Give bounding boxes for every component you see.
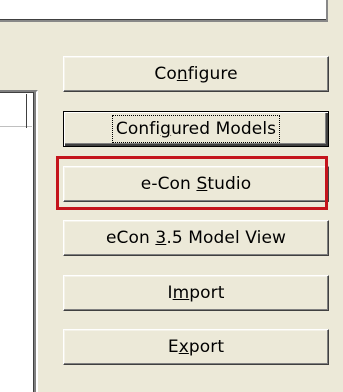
export-button-label: Export xyxy=(167,337,225,357)
import-button-label: Import xyxy=(167,283,225,303)
list-column-divider xyxy=(26,94,27,128)
list-row-divider xyxy=(0,116,32,127)
top-panel-edge xyxy=(0,0,328,22)
list-panel[interactable] xyxy=(0,90,38,392)
econ-studio-button[interactable]: e-Con Studio xyxy=(63,166,329,202)
econ-model-view-button[interactable]: eCon 3.5 Model View xyxy=(63,220,329,256)
configure-button-label: Configure xyxy=(154,64,238,84)
econ-model-view-button-label: eCon 3.5 Model View xyxy=(105,228,287,248)
econ-studio-button-label: e-Con Studio xyxy=(140,174,252,194)
configured-models-button[interactable]: Configured Models xyxy=(63,111,329,147)
configure-button[interactable]: Configure xyxy=(63,56,329,92)
export-button[interactable]: Export xyxy=(63,329,329,365)
import-button[interactable]: Import xyxy=(63,275,329,311)
configured-models-button-label: Configured Models xyxy=(111,115,281,143)
